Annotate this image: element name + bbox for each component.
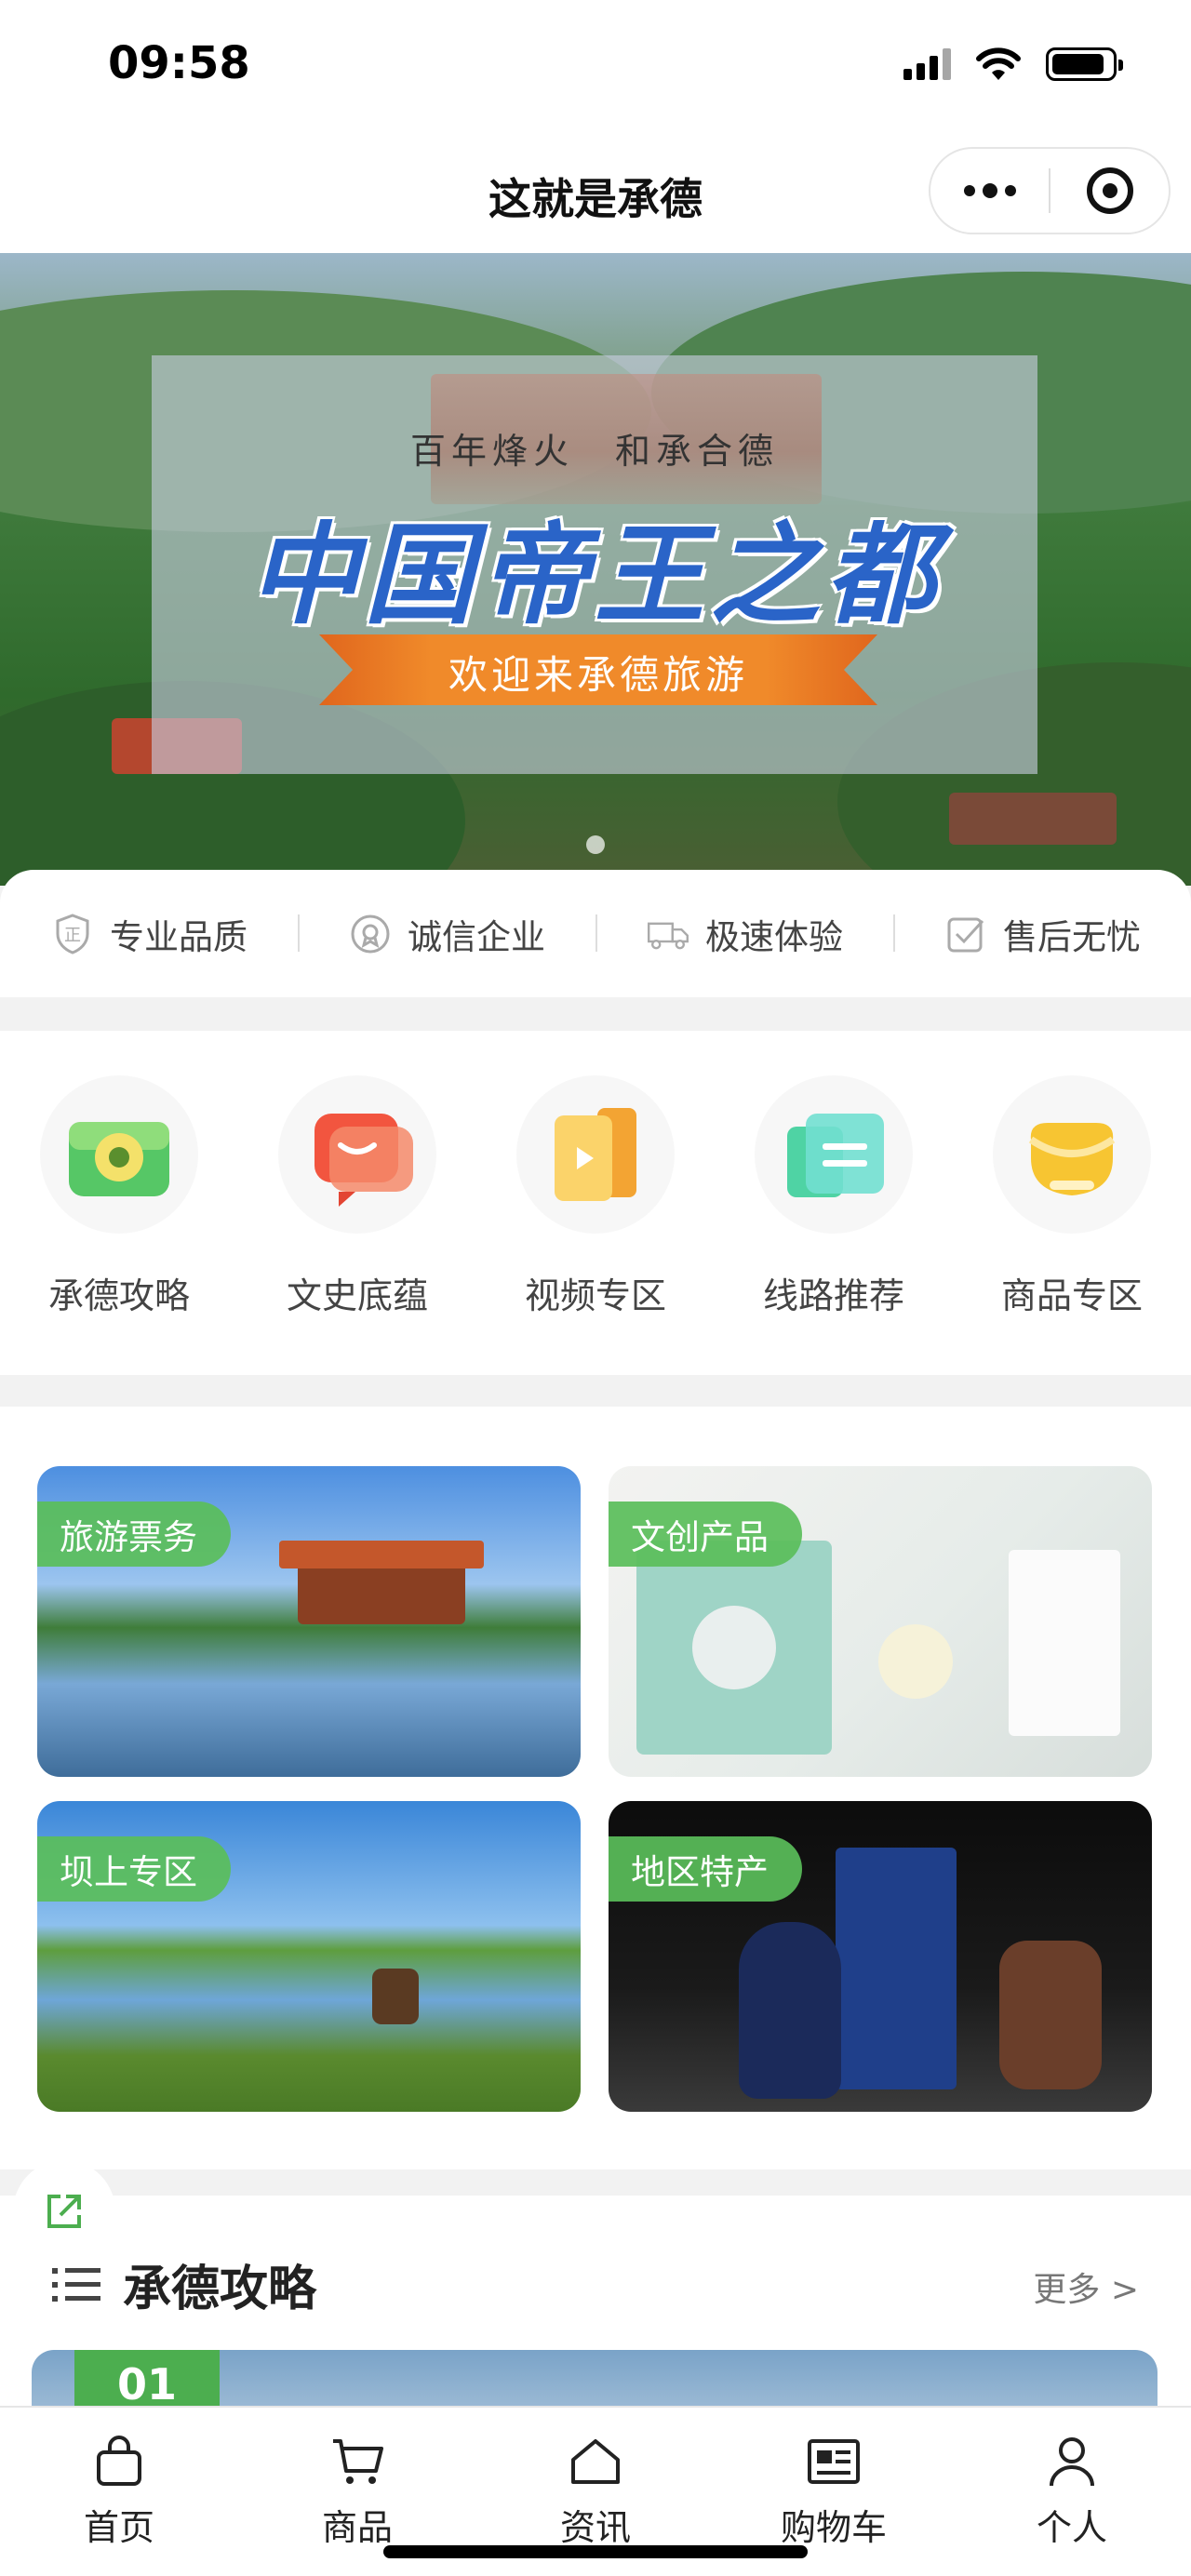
category-icon-wrap [993, 1075, 1151, 1234]
list-icon [52, 2267, 100, 2302]
truck-icon [648, 922, 689, 949]
temple-roof [949, 793, 1117, 845]
tab-label: 个人 [1036, 2507, 1107, 2548]
category-video[interactable]: 视频专区 [476, 1031, 715, 1375]
category-icon-wrap [40, 1075, 198, 1234]
video-icon [555, 1108, 636, 1201]
bag-icon [97, 2436, 141, 2486]
tile-bashang[interactable]: 坝上专区 [37, 1801, 581, 2112]
category-goods[interactable]: 商品专区 [953, 1031, 1191, 1375]
mini-program-capsule [929, 147, 1171, 234]
target-icon [1086, 167, 1133, 214]
tile-tag: 坝上专区 [37, 1836, 231, 1902]
section-title: 承德攻略 [123, 2262, 317, 2317]
person-icon [1050, 2437, 1094, 2487]
status-bar: 09:58 [0, 0, 1191, 140]
jar-image [692, 1606, 776, 1689]
badge-icon [351, 914, 390, 953]
wifi-icon [976, 47, 1021, 80]
carousel-indicator [586, 835, 605, 854]
external-link-icon [47, 2195, 81, 2228]
tab-profile[interactable]: 个人 [953, 2408, 1191, 2576]
home-indicator [383, 2545, 808, 2558]
jar-image [878, 1624, 953, 1699]
category-label: 文史底蕴 [286, 1275, 428, 1316]
check-icon [947, 917, 984, 952]
camera-icon [69, 1122, 169, 1196]
tile-tickets[interactable]: 旅游票务 [37, 1466, 581, 1777]
route-card-icon [787, 1114, 884, 1197]
category-icon-wrap [516, 1075, 675, 1234]
pavilion-image [298, 1559, 465, 1624]
guarantee-integrity: 诚信企业 [298, 909, 596, 959]
category-history[interactable]: 文史底蕴 [238, 1031, 476, 1375]
category-label: 商品专区 [1000, 1275, 1143, 1316]
cart-icon [333, 2439, 383, 2484]
status-time: 09:58 [108, 37, 250, 89]
tile-specialty[interactable]: 地区特产 [609, 1801, 1152, 2112]
shield-icon: 正 [56, 913, 89, 954]
more-link[interactable]: 更多 > [1033, 2262, 1139, 2311]
more-dots-icon [963, 183, 1016, 198]
gift-icon [1028, 1123, 1116, 1195]
banner-ribbon-text: 欢迎来承德旅游 [448, 652, 748, 698]
carving-image [999, 1941, 1102, 2089]
category-icon-wrap [755, 1075, 913, 1234]
category-guide[interactable]: 承德攻略 [0, 1031, 238, 1375]
liquor-box-image [836, 1848, 957, 2089]
guarantee-aftersales: 售后无忧 [893, 909, 1191, 959]
guarantee-label: 诚信企业 [408, 916, 545, 957]
pavilion-roof [279, 1541, 484, 1568]
guarantee-label: 极速体验 [705, 916, 843, 957]
status-icons [903, 47, 1123, 82]
section-header: 承德攻略 [50, 2249, 316, 2319]
banner-subtitle: 百年烽火 和承合德 [409, 431, 779, 472]
tab-label: 购物车 [780, 2507, 887, 2548]
banner-carousel[interactable]: 百年烽火 和承合德 中国帝王之都 欢迎来承德旅游 [0, 253, 1191, 886]
tab-label: 商品 [321, 2507, 393, 2548]
svg-text:正: 正 [64, 926, 81, 945]
tab-label: 资讯 [559, 2507, 631, 2548]
more-menu-button[interactable] [930, 149, 1049, 233]
banner-title: 中国帝王之都 [248, 510, 941, 639]
card-image [1009, 1550, 1120, 1736]
chat-bubble-icon [314, 1114, 413, 1207]
house-icon [571, 2439, 620, 2484]
category-label: 承德攻略 [47, 1275, 190, 1316]
signal-icon [903, 48, 951, 80]
feature-tiles: 旅游票务 文创产品 坝上专区 地区特产 [0, 1407, 1191, 2169]
category-routes[interactable]: 线路推荐 [715, 1031, 953, 1375]
tile-creative[interactable]: 文创产品 [609, 1466, 1152, 1777]
tab-home[interactable]: 首页 [0, 2408, 238, 2576]
guarantee-speed: 极速体验 [596, 909, 893, 959]
share-button[interactable] [13, 2160, 115, 2262]
newspaper-icon [808, 2439, 860, 2484]
category-icon-wrap [278, 1075, 436, 1234]
close-mini-program-button[interactable] [1050, 149, 1169, 233]
category-label: 线路推荐 [762, 1275, 904, 1316]
category-grid: 承德攻略 文史底蕴 视频专区 线路推荐 商品专区 [0, 1031, 1191, 1375]
guarantee-strip: 正 专业品质 诚信企业 极速体验 售后无忧 [0, 870, 1191, 997]
liquor-bottle-image [739, 1922, 841, 2099]
guarantee-quality: 正 专业品质 [0, 909, 298, 959]
tile-tag: 地区特产 [609, 1836, 802, 1902]
nav-bar: 这就是承德 [0, 140, 1191, 253]
tile-tag: 文创产品 [609, 1502, 802, 1567]
banner-card: 百年烽火 和承合德 中国帝王之都 欢迎来承德旅游 [152, 355, 1037, 774]
tab-label: 首页 [83, 2507, 154, 2548]
battery-icon [1046, 47, 1123, 81]
guarantee-label: 专业品质 [110, 916, 248, 957]
tile-tag: 旅游票务 [37, 1502, 231, 1567]
category-label: 视频专区 [524, 1275, 666, 1316]
guarantee-label: 售后无忧 [1003, 916, 1141, 957]
rider-image [372, 1969, 419, 2024]
